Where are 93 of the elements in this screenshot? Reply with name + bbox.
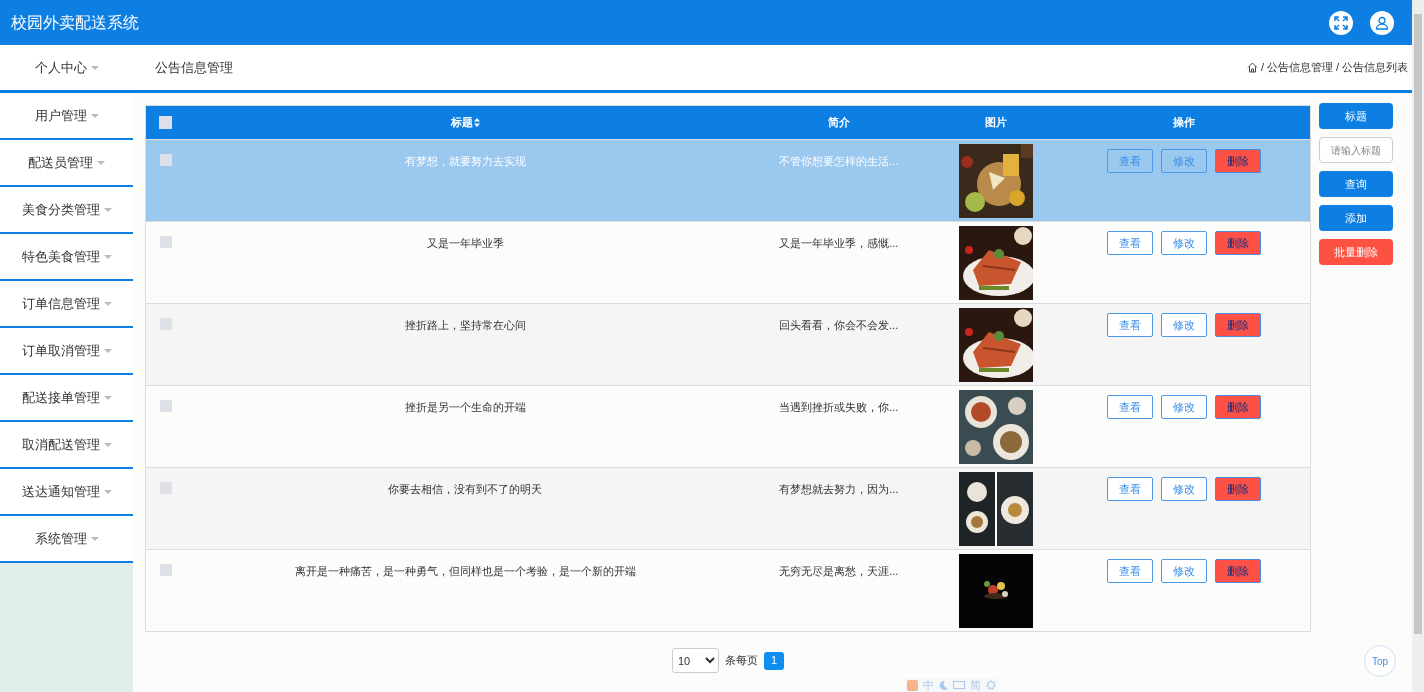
delete-button[interactable]: 删除	[1215, 231, 1262, 255]
sidebar-item[interactable]: 配送接单管理	[0, 375, 133, 420]
search-field[interactable]: 请输入标题	[1319, 137, 1393, 163]
table-row[interactable]: 离开是一种痛苦，是一种勇气，但同样也是一个考验，是一个新的开端 无穷无尽是离愁，天涯... 查看 修改 删除	[146, 549, 1310, 631]
row-checkbox[interactable]	[159, 564, 172, 576]
search-label: 标题	[1319, 103, 1393, 129]
table-cell-text: 又是一年毕业季	[426, 236, 504, 251]
edit-button[interactable]: 修改	[1161, 149, 1208, 173]
table-cell-text: 你要去相信，没有到不了的明天	[388, 482, 543, 497]
edit-button[interactable]: 修改	[1161, 313, 1208, 337]
add-button[interactable]: 添加	[1319, 205, 1393, 231]
breadcrumb-item: 公告信息列表	[1342, 60, 1408, 76]
sidebar-item[interactable]: 取消配送管理	[0, 422, 133, 467]
table-cell-text: 回头看看，你会不会发...	[779, 318, 899, 333]
table-cell-text: 挫折路上，坚持常在心间	[404, 318, 526, 333]
view-button[interactable]: 查看	[1107, 231, 1154, 255]
batch-delete-button[interactable]: 批量删除	[1319, 239, 1393, 265]
delete-button[interactable]: 删除	[1215, 149, 1262, 173]
table-cell-text: 不管你想要怎样的生活...	[779, 154, 899, 169]
table-cell-text: 有梦想，就要努力去实现	[404, 154, 526, 169]
edit-button[interactable]: 修改	[1161, 477, 1208, 501]
select-all-checkbox[interactable]	[159, 116, 173, 129]
row-checkbox[interactable]	[159, 236, 172, 248]
table-row[interactable]: 你要去相信，没有到不了的明天 有梦想就去努力，因为... 查看 修改 删除	[146, 467, 1310, 549]
view-button[interactable]: 查看	[1107, 477, 1154, 501]
table-cell-text: 有梦想就去努力，因为...	[779, 482, 899, 497]
edit-button[interactable]: 修改	[1161, 559, 1208, 583]
page-size-select[interactable]: 10	[672, 648, 719, 673]
column-header: 图片	[984, 115, 1007, 131]
caret-icon	[97, 160, 105, 165]
view-button[interactable]: 查看	[1107, 149, 1154, 173]
sidebar-item[interactable]: 订单取消管理	[0, 328, 133, 373]
edit-button[interactable]: 修改	[1161, 231, 1208, 255]
keyboard-icon[interactable]	[953, 681, 965, 689]
caret-icon	[103, 489, 112, 494]
fullscreen-icon[interactable]	[1329, 10, 1353, 35]
sidebar-item[interactable]: 美食分类管理	[0, 187, 133, 232]
sort-icon[interactable]	[473, 118, 480, 127]
column-header[interactable]: 标题	[450, 114, 473, 131]
view-button[interactable]: 查看	[1107, 395, 1154, 419]
caret-icon	[103, 207, 112, 212]
table-row[interactable]: 有梦想，就要努力去实现 不管你想要怎样的生活... 查看 修改 删除	[146, 139, 1310, 221]
view-button[interactable]: 查看	[1107, 313, 1154, 337]
edit-button[interactable]: 修改	[1161, 395, 1208, 419]
table-row[interactable]: 又是一年毕业季 又是一年毕业季，感慨... 查看 修改 删除	[146, 221, 1310, 303]
table-cell-text: 离开是一种痛苦，是一种勇气，但同样也是一个考验，是一个新的开端	[294, 564, 636, 579]
scrollbar-thumb[interactable]	[1414, 14, 1422, 634]
caret-icon	[103, 254, 112, 259]
page-title: 公告信息管理	[155, 58, 233, 77]
row-checkbox[interactable]	[159, 154, 172, 166]
sidebar-item[interactable]: 订单信息管理	[0, 281, 133, 326]
caret-icon	[103, 442, 112, 447]
app-title: 校园外卖配送系统	[11, 12, 139, 33]
caret-icon	[103, 348, 112, 353]
per-page-label: 条每页	[725, 653, 758, 669]
caret-icon	[90, 536, 99, 541]
delete-button[interactable]: 删除	[1215, 477, 1262, 501]
sidebar-item[interactable]: 送达通知管理	[0, 469, 133, 514]
table-row[interactable]: 挫折路上，坚持常在心间 回头看看，你会不会发... 查看 修改 删除	[146, 303, 1310, 385]
view-button[interactable]: 查看	[1107, 559, 1154, 583]
home-icon[interactable]	[1246, 62, 1258, 73]
table-cell-text: 无穷无尽是离愁，天涯...	[779, 564, 899, 579]
caret-icon	[103, 395, 112, 400]
table-cell-text: 当遇到挫折或失败，你...	[779, 400, 899, 415]
back-to-top-button[interactable]: Top	[1364, 645, 1396, 677]
column-header: 简介	[827, 115, 850, 131]
caret-icon	[103, 301, 112, 306]
sidebar-item[interactable]: 系统管理	[0, 516, 133, 561]
ime-logo-icon[interactable]	[907, 679, 918, 691]
delete-button[interactable]: 删除	[1215, 395, 1262, 419]
page-button[interactable]: 1	[764, 651, 784, 670]
table-row[interactable]: 挫折是另一个生命的开端 当遇到挫折或失败，你... 查看 修改 删除	[146, 385, 1310, 467]
scrollbar[interactable]	[1412, 0, 1424, 692]
breadcrumb-separator: /	[1335, 60, 1339, 76]
row-checkbox[interactable]	[159, 482, 172, 494]
delete-button[interactable]: 删除	[1215, 313, 1262, 337]
breadcrumb-separator: /	[1260, 60, 1264, 76]
table-cell-text: 挫折是另一个生命的开端	[404, 400, 526, 415]
sidebar-item[interactable]: 特色美食管理	[0, 234, 133, 279]
sidebar-item[interactable]: 配送员管理	[0, 140, 133, 185]
breadcrumb-item[interactable]: 公告信息管理	[1266, 59, 1333, 76]
caret-icon	[90, 65, 99, 70]
row-checkbox[interactable]	[159, 318, 172, 330]
column-header: 操作	[1173, 115, 1196, 131]
query-button[interactable]: 查询	[1319, 171, 1393, 197]
settings-icon[interactable]	[986, 680, 996, 690]
user-icon[interactable]	[1370, 10, 1394, 35]
table-cell-text: 又是一年毕业季，感慨...	[779, 236, 899, 251]
sidebar-item[interactable]: 用户管理	[0, 93, 133, 138]
caret-icon	[90, 113, 99, 118]
delete-button[interactable]: 删除	[1215, 559, 1262, 583]
moon-icon[interactable]	[939, 680, 948, 690]
row-checkbox[interactable]	[159, 400, 172, 412]
